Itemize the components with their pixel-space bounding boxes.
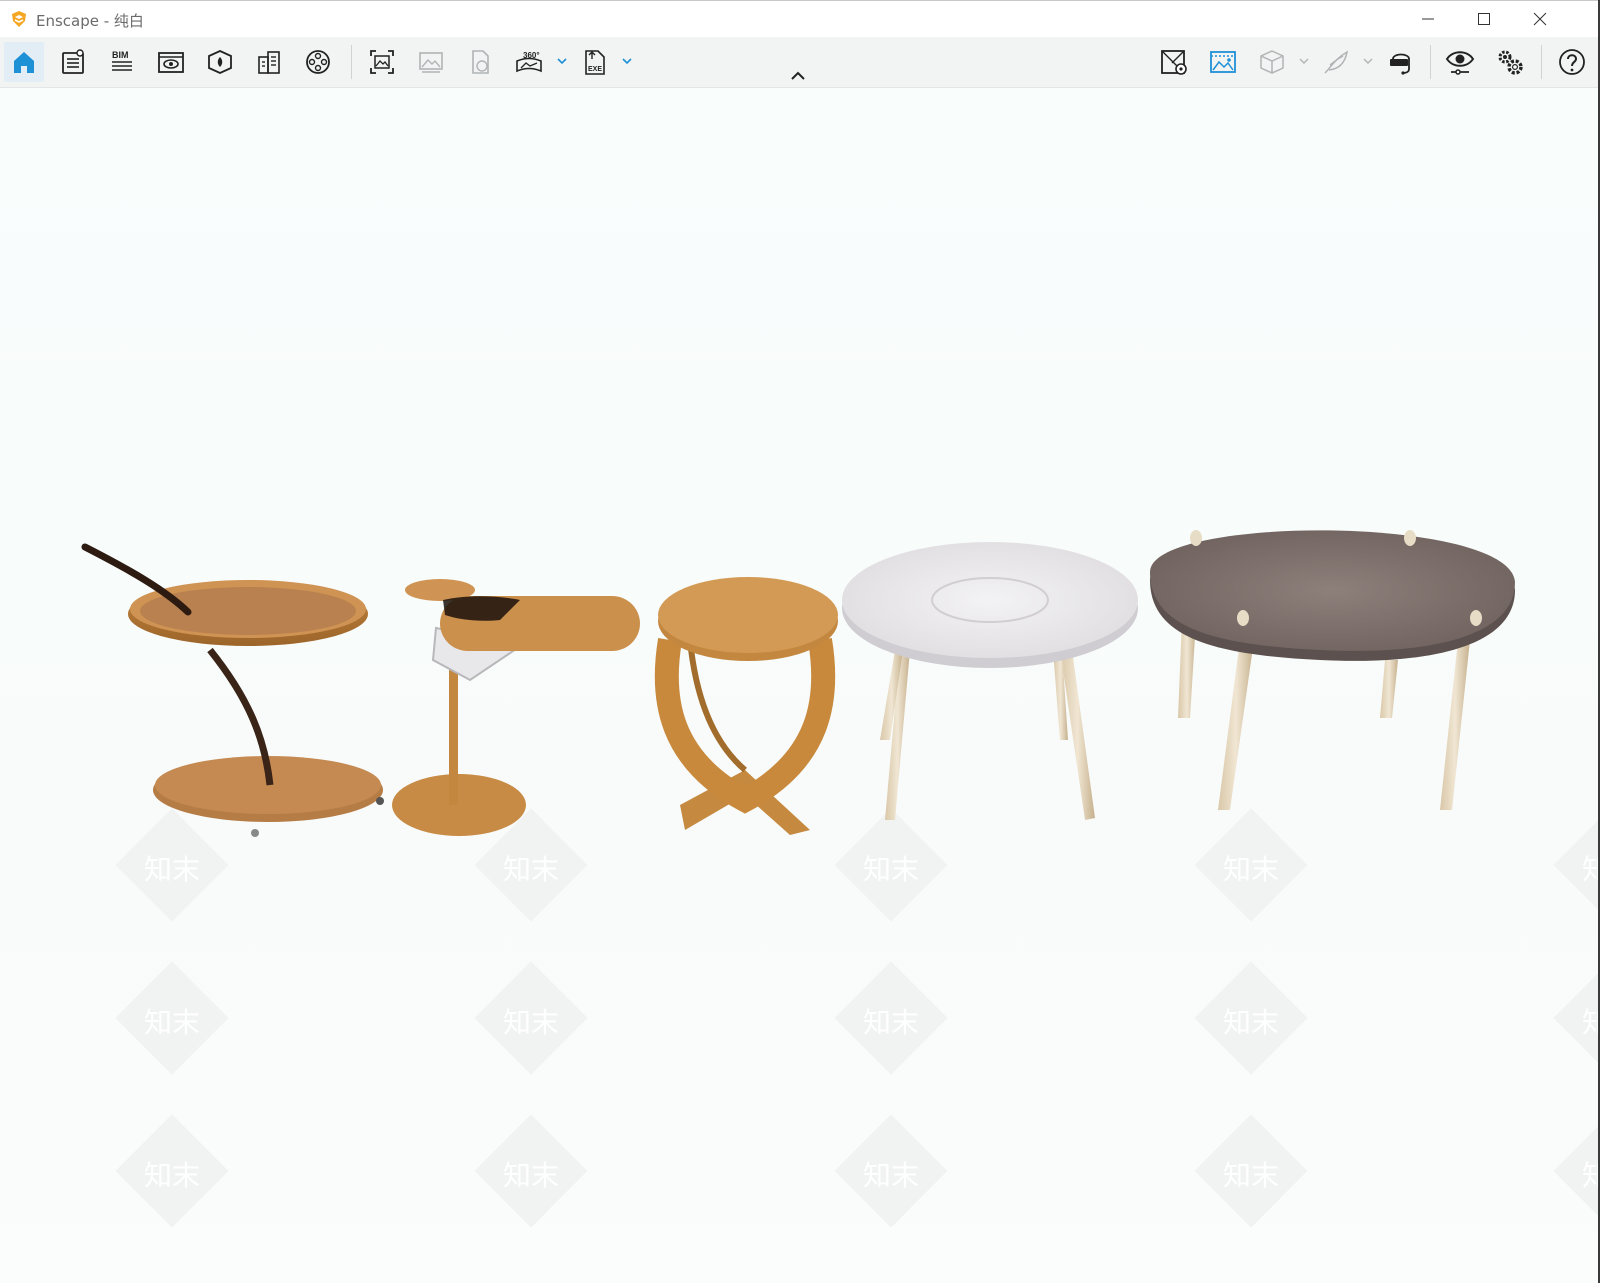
vr-headset-icon [1390, 53, 1410, 75]
bim-button[interactable]: BIM [102, 42, 142, 82]
collapse-toolbar-chevron-icon[interactable] [790, 70, 806, 82]
building-button[interactable] [249, 42, 289, 82]
web-standalone-icon [472, 50, 489, 74]
toolbar-separator [1430, 45, 1431, 79]
asset-library-icon [208, 50, 232, 74]
close-icon [1533, 12, 1547, 26]
help-button[interactable] [1552, 42, 1592, 82]
maximize-icon [1478, 13, 1490, 25]
general-settings-button[interactable] [1490, 42, 1530, 82]
render-view-button[interactable] [1203, 42, 1243, 82]
home-button[interactable] [4, 42, 44, 82]
side-table-tray-cart[interactable] [81, 543, 384, 837]
bim-icon: BIM [112, 50, 132, 71]
export-dropdown-chevron-icon[interactable] [621, 55, 633, 67]
title-bar: Enscape - 纯白 [0, 0, 1600, 37]
cube-icon [1260, 50, 1284, 74]
render-view-icon [1210, 51, 1236, 73]
video-reel-icon [306, 50, 330, 74]
cube-button[interactable] [1252, 42, 1292, 82]
scene-models [81, 530, 1515, 837]
toolbar-separator [1541, 45, 1542, 79]
gear-settings-icon [1498, 50, 1523, 75]
settings-list-button[interactable] [53, 42, 93, 82]
vr-headset-button[interactable] [1381, 42, 1421, 82]
visual-settings-eye-icon [1445, 51, 1475, 75]
panorama-dropdown-chevron-icon[interactable] [556, 55, 568, 67]
render-viewport[interactable]: 知末 知末 知末 知末 知末 知末 知末 知末 知末 知末 知末 知末 知末 知… [0, 88, 1600, 1283]
window-title: Enscape - 纯白 [36, 12, 144, 30]
web-standalone-button[interactable] [460, 42, 500, 82]
export-exe-button[interactable]: EXE [575, 42, 615, 82]
settings-list-icon [62, 49, 84, 74]
panorama-360-icon: 360° [516, 51, 542, 73]
map-button[interactable] [1154, 42, 1194, 82]
round-table-grey-stone[interactable] [1150, 530, 1515, 810]
side-table-cantilever[interactable] [392, 579, 640, 836]
visual-settings-button[interactable] [1440, 42, 1480, 82]
feather-button[interactable] [1316, 42, 1356, 82]
gallery-button[interactable] [411, 42, 451, 82]
home-icon [14, 52, 34, 73]
feather-icon [1324, 50, 1349, 74]
panorama-360-button[interactable]: 360° [509, 42, 549, 82]
close-button[interactable] [1512, 1, 1568, 37]
round-table-white-marble[interactable] [842, 542, 1138, 820]
export-exe-icon: EXE [585, 50, 605, 75]
asset-library-button[interactable] [200, 42, 240, 82]
maximize-button[interactable] [1456, 1, 1512, 37]
side-table-wood-x-base[interactable] [654, 577, 838, 835]
screenshot-icon [370, 50, 394, 74]
video-editor-button[interactable] [298, 42, 338, 82]
feather-dropdown-chevron-icon[interactable] [1362, 55, 1374, 67]
cube-dropdown-chevron-icon[interactable] [1298, 55, 1310, 67]
enscape-logo-icon [12, 11, 26, 27]
view-window-button[interactable] [151, 42, 191, 82]
gallery-icon [419, 52, 443, 73]
toolbar-separator [351, 45, 352, 79]
help-icon [1559, 49, 1585, 75]
screenshot-button[interactable] [362, 42, 402, 82]
minimize-button[interactable] [1400, 1, 1456, 37]
map-icon [1161, 50, 1187, 75]
svg-text:EXE: EXE [588, 66, 602, 73]
minimize-icon [1422, 18, 1434, 20]
svg-text:BIM: BIM [112, 50, 129, 60]
building-icon [258, 51, 280, 74]
view-window-icon [158, 52, 184, 73]
enscape-toolbar: BIM 360° EXE [0, 37, 1600, 88]
